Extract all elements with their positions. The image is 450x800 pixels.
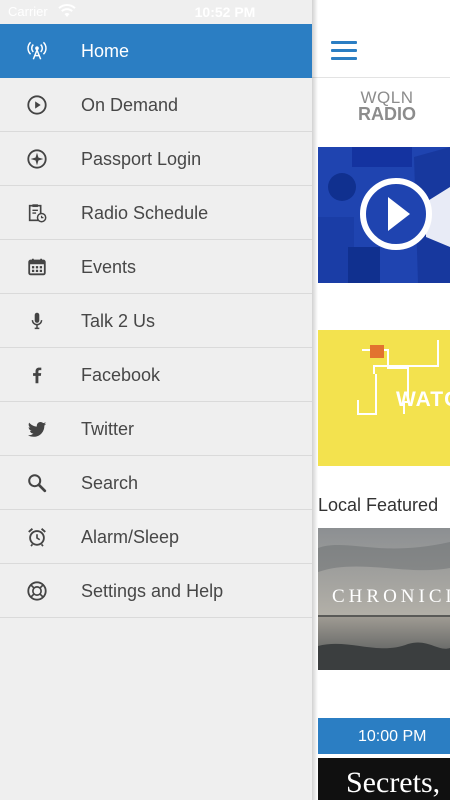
watch-promo-card[interactable]: WATC: [318, 330, 450, 466]
live-stream-artwork: [318, 147, 450, 283]
menu-label-on-demand: On Demand: [81, 95, 179, 115]
twitter-icon: [25, 417, 49, 441]
menu-label-search: Search: [81, 473, 139, 493]
menu-item-search[interactable]: Search: [0, 456, 312, 510]
menu-label-events: Events: [81, 257, 137, 277]
menu-item-twitter[interactable]: Twitter: [0, 402, 312, 456]
main-content: WQLN RADIO WATC Local Featured: [312, 0, 450, 800]
menu-item-settings-and-help[interactable]: Settings and Help: [0, 564, 312, 618]
calendar-icon: [25, 255, 49, 279]
microphone-icon: [25, 309, 49, 333]
search-icon: [25, 471, 49, 495]
menu-item-on-demand[interactable]: On Demand: [0, 78, 312, 132]
help-icon: [25, 579, 49, 603]
secrets-title-text: Secrets,: [346, 766, 441, 799]
menu-item-events[interactable]: Events: [0, 240, 312, 294]
hamburger-menu-button[interactable]: [331, 41, 357, 61]
chronicle-card[interactable]: CHRONICL: [318, 528, 450, 670]
station-logo: WQLN RADIO: [355, 89, 419, 123]
schedule-time: 10:00 PM: [358, 728, 427, 745]
schedule-clipboard-icon: [25, 201, 49, 225]
menu-label-radio-schedule: Radio Schedule: [81, 203, 209, 223]
menu-label-alarm-sleep: Alarm/Sleep: [81, 527, 180, 547]
drawer-shadow: [312, 0, 318, 800]
watch-promo-text: WATC: [396, 388, 450, 411]
schedule-time-bar: 10:00 PM: [318, 718, 450, 754]
menu-item-passport-login[interactable]: Passport Login: [0, 132, 312, 186]
live-stream-card[interactable]: [318, 147, 450, 283]
menu-item-radio-schedule[interactable]: Radio Schedule: [0, 186, 312, 240]
menu-item-home[interactable]: Home: [0, 24, 312, 78]
drawer-menu: Home On Demand Passport Login Radio Sche…: [0, 24, 312, 618]
hamburger-line: [331, 57, 357, 60]
secrets-card[interactable]: Secrets,: [318, 758, 450, 800]
play-circle-icon: [25, 93, 49, 117]
menu-item-facebook[interactable]: Facebook: [0, 348, 312, 402]
menu-item-alarm-sleep[interactable]: Alarm/Sleep: [0, 510, 312, 564]
menu-label-talk-2-us: Talk 2 Us: [81, 311, 156, 331]
menu-item-talk-2-us[interactable]: Talk 2 Us: [0, 294, 312, 348]
hamburger-line: [331, 49, 357, 52]
facebook-icon: [25, 363, 49, 387]
hamburger-line: [331, 41, 357, 44]
logo-line-2: RADIO: [358, 104, 416, 124]
menu-label-twitter: Twitter: [81, 419, 135, 439]
status-time: 10:52 PM: [194, 4, 256, 20]
chronicle-title-text: CHRONICL: [332, 586, 450, 607]
menu-label-facebook: Facebook: [81, 365, 161, 385]
alarm-clock-icon: [25, 525, 49, 549]
menu-label-passport-login: Passport Login: [81, 149, 202, 169]
menu-label-home: Home: [81, 41, 130, 61]
radio-tower-icon: [25, 39, 49, 63]
local-featured-heading: Local Featured: [318, 495, 439, 515]
navigation-drawer: Home On Demand Passport Login Radio Sche…: [0, 0, 312, 800]
menu-label-settings-and-help: Settings and Help: [81, 581, 224, 601]
compass-icon: [25, 147, 49, 171]
